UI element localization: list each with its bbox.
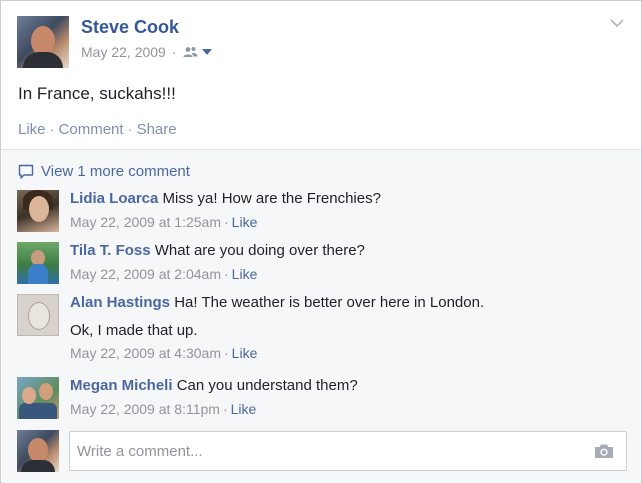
comment-text: Miss ya! How are the Frenchies? <box>162 190 381 207</box>
comment-like-link[interactable]: Like <box>231 401 257 417</box>
post-card: Steve Cook May 22, 2009 · In France, suc… <box>0 0 642 483</box>
comment-time[interactable]: May 22, 2009 at 8:11pm <box>70 401 220 417</box>
comment-like-link[interactable]: Like <box>232 214 258 230</box>
comment-link[interactable]: Comment <box>59 121 124 138</box>
view-more-label: View 1 more comment <box>41 163 190 180</box>
comment-time[interactable]: May 22, 2009 at 1:25am <box>70 214 221 230</box>
comment-like-link[interactable]: Like <box>232 345 258 361</box>
post-actions: Like · Comment · Share <box>18 121 177 138</box>
comment-input[interactable] <box>70 432 590 470</box>
comment-text: What are you doing over there? <box>154 242 365 259</box>
commenter-avatar[interactable] <box>17 294 59 336</box>
comment-time[interactable]: May 22, 2009 at 4:30am <box>70 345 221 361</box>
comment-composer[interactable] <box>69 431 627 471</box>
post-meta: May 22, 2009 · <box>81 44 213 60</box>
commenter-name[interactable]: Tila T. Foss <box>70 242 151 259</box>
audience-selector[interactable] <box>183 46 213 58</box>
author-name[interactable]: Steve Cook <box>81 17 179 38</box>
camera-icon[interactable] <box>594 443 614 459</box>
comment-text: Can you understand them? <box>176 377 358 394</box>
chevron-down-icon[interactable] <box>609 17 625 29</box>
author-avatar[interactable] <box>17 16 69 68</box>
friends-icon <box>183 47 198 57</box>
comment-time[interactable]: May 22, 2009 at 2:04am <box>70 266 221 282</box>
commenter-name[interactable]: Lidia Loarca <box>70 190 158 207</box>
share-link[interactable]: Share <box>137 121 177 138</box>
commenter-avatar[interactable] <box>17 190 59 232</box>
commenter-avatar[interactable] <box>17 242 59 284</box>
post-date[interactable]: May 22, 2009 <box>81 44 166 60</box>
my-avatar[interactable] <box>17 430 59 472</box>
comment-text-continued: Ok, I made that up. <box>70 322 198 339</box>
comment-text: Ha! The weather is better over here in L… <box>174 294 485 311</box>
like-link[interactable]: Like <box>18 121 46 138</box>
comments-section: View 1 more comment Lidia Loarca Miss ya… <box>2 149 641 483</box>
comment-like-link[interactable]: Like <box>232 266 258 282</box>
commenter-name[interactable]: Megan Micheli <box>70 377 173 394</box>
caret-down-icon <box>201 49 212 55</box>
speech-bubble-icon <box>18 164 34 179</box>
post-text: In France, suckahs!!! <box>18 84 176 103</box>
commenter-avatar[interactable] <box>17 377 59 419</box>
meta-separator: · <box>171 44 177 60</box>
commenter-name[interactable]: Alan Hastings <box>70 294 170 311</box>
view-more-comments[interactable]: View 1 more comment <box>18 163 190 180</box>
